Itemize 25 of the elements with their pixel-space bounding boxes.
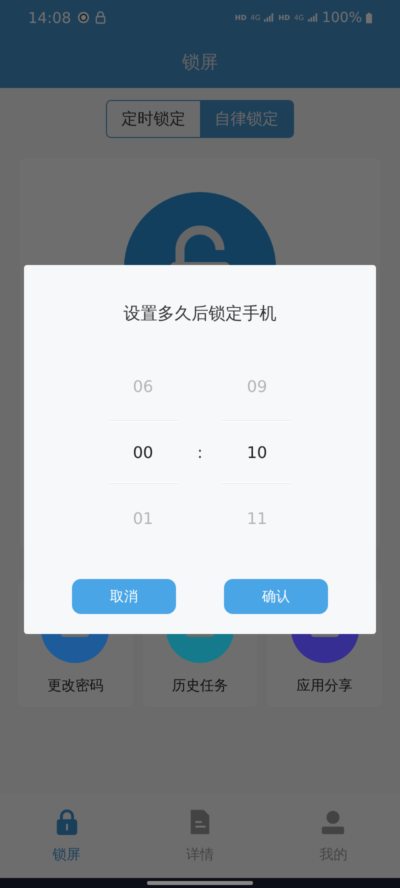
picker-value[interactable]: 06 bbox=[108, 351, 178, 421]
cancel-button[interactable]: 取消 bbox=[72, 579, 176, 614]
picker-value[interactable]: 00 bbox=[108, 421, 178, 483]
picker-value[interactable]: 09 bbox=[222, 351, 292, 421]
signal-icon bbox=[264, 13, 274, 22]
clock: 14:08 bbox=[28, 8, 72, 26]
feature-label: 应用分享 bbox=[296, 677, 353, 695]
battery-icon bbox=[366, 12, 372, 24]
page-title: 锁屏 bbox=[182, 50, 218, 74]
feature-label: 更改密码 bbox=[47, 677, 104, 695]
confirm-button[interactable]: 确认 bbox=[224, 579, 328, 614]
timer-icon bbox=[77, 11, 90, 24]
time-separator: : bbox=[196, 442, 204, 462]
signal-icon bbox=[308, 13, 318, 22]
picker-value[interactable]: 10 bbox=[222, 421, 292, 483]
nav-tab[interactable]: 锁屏 bbox=[0, 793, 134, 878]
picker-value[interactable]: 11 bbox=[222, 483, 292, 553]
lock-icon bbox=[94, 11, 108, 24]
mode-tab[interactable]: 定时锁定 bbox=[107, 101, 200, 137]
battery-level: 100% bbox=[322, 10, 362, 26]
dialog-title: 设置多久后锁定手机 bbox=[124, 303, 276, 325]
home-indicator[interactable] bbox=[147, 881, 253, 885]
picker-value[interactable]: 01 bbox=[108, 483, 178, 553]
feature-label: 历史任务 bbox=[172, 677, 228, 695]
mode-tab[interactable]: 自律锁定 bbox=[200, 101, 293, 137]
